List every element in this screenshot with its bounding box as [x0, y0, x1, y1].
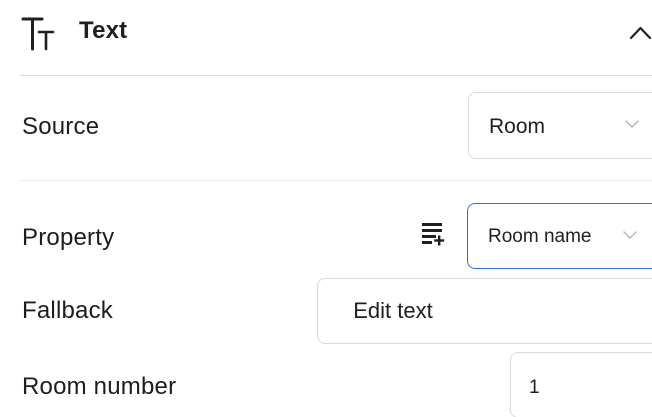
property-select-value: Room name	[488, 226, 592, 247]
divider	[20, 180, 652, 181]
room-number-label: Room number	[22, 373, 177, 400]
chevron-down-icon	[623, 231, 637, 239]
fallback-label: Fallback	[22, 297, 113, 324]
property-label: Property	[22, 224, 115, 251]
source-select-value: Room	[489, 115, 546, 138]
room-number-input[interactable]: 1	[510, 352, 652, 417]
chevron-up-icon[interactable]	[629, 25, 652, 41]
room-number-value: 1	[529, 377, 540, 398]
text-type-icon	[21, 17, 55, 51]
divider	[20, 75, 652, 76]
chevron-down-icon	[625, 120, 639, 128]
text-settings-panel: Text Source Room Property Room name Fall…	[0, 0, 652, 417]
fallback-input[interactable]	[468, 278, 652, 344]
property-select[interactable]: Room name	[467, 203, 652, 269]
section-header[interactable]: Text	[0, 0, 652, 76]
edit-text-button[interactable]: Edit text	[317, 278, 469, 344]
source-label: Source	[22, 113, 100, 140]
source-select[interactable]: Room	[468, 92, 652, 159]
section-title: Text	[79, 17, 128, 44]
list-add-icon[interactable]	[421, 221, 445, 247]
